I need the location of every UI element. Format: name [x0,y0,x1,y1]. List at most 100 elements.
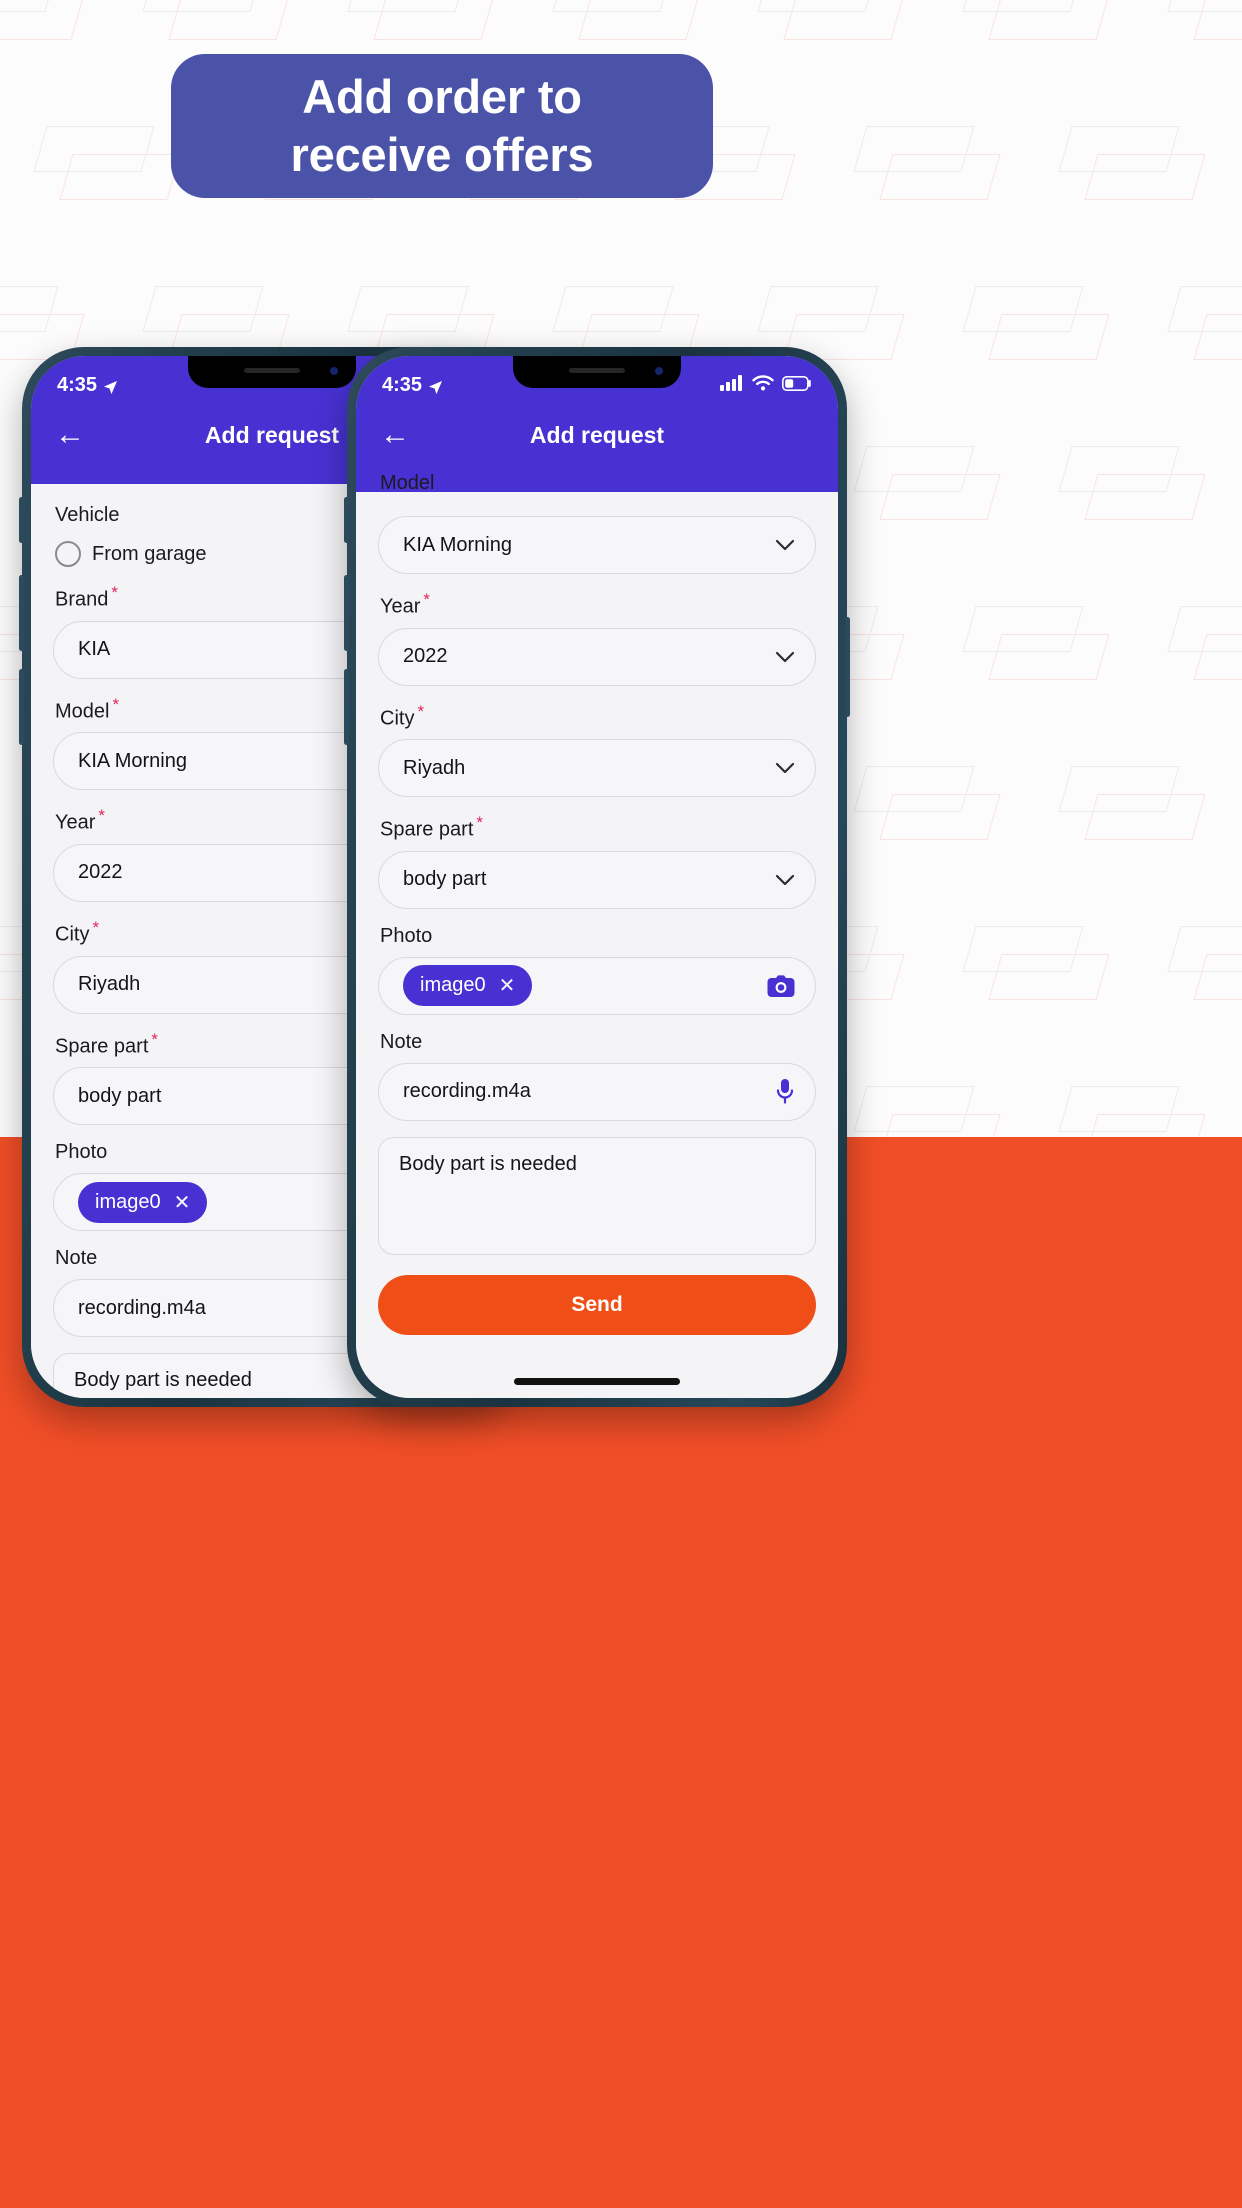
close-icon[interactable]: ✕ [174,1190,191,1215]
home-indicator [514,1378,680,1385]
brand-label-text: Brand [55,588,109,611]
photo-chip-label: image0 [95,1190,161,1213]
wifi-icon [752,374,774,397]
city-label: City * [380,702,816,731]
city-label-text: City [380,707,415,730]
photo-chip[interactable]: image0 ✕ [403,965,533,1007]
model-value: KIA Morning [403,533,512,556]
location-arrow-icon [428,378,443,394]
pattern-tile [853,120,1006,230]
scrolled-model-label: Model [380,472,435,494]
pattern-tile [757,0,910,70]
status-time: 4:35 [382,373,423,396]
photo-chip[interactable]: image0 ✕ [78,1181,208,1223]
note-label: Note [380,1030,423,1053]
year-value: 2022 [403,645,448,668]
pattern-shape [373,0,495,40]
pattern-shape [879,154,1001,200]
model-select[interactable]: KIA Morning [378,516,816,574]
status-time: 4:35 [57,373,98,396]
pattern-shape [988,314,1110,360]
pattern-tile [1058,120,1211,230]
description-textarea[interactable]: Body part is needed [378,1136,816,1255]
volume-down-button[interactable] [344,669,349,745]
mute-switch[interactable] [19,497,24,543]
pattern-shape [1084,1114,1206,1137]
pattern-tile [0,0,90,70]
promo-headline-line2: receive offers [290,128,594,181]
year-label-text: Year [55,811,96,834]
pattern-shape [988,0,1110,40]
city-value: Riyadh [403,756,466,779]
description-value: Body part is needed [74,1369,252,1392]
back-arrow-icon[interactable]: ← [55,420,85,450]
required-asterisk: * [111,583,118,602]
volume-up-button[interactable] [19,575,24,651]
form-sheet-right: KIA Morning Year * 2022 City * Riyadh Sp… [356,492,838,1398]
front-camera [330,367,338,375]
photo-label: Photo [380,924,433,947]
required-asterisk: * [423,590,431,609]
phone-mockup-right: 4:35 ← Add request Model KIA Morning Yea… [344,347,850,1407]
pattern-shape [1084,474,1206,520]
volume-down-button[interactable] [19,669,24,745]
photo-picker[interactable]: image0 ✕ [378,956,816,1015]
required-asterisk: * [92,917,100,937]
chevron-down-icon [775,874,795,886]
promo-screenshot: Add order to receive offers 4:35 ← Add r… [0,0,1242,2208]
chevron-down-icon [775,651,795,663]
back-arrow-icon[interactable]: ← [380,420,410,450]
pattern-shape [1084,794,1206,840]
app-screen-right: 4:35 ← Add request Model KIA Morning Yea… [356,356,838,1398]
nav-bar-right: ← Add request [356,404,838,466]
spare-part-select[interactable]: body part [378,850,816,909]
earpiece-speaker [244,368,300,373]
required-asterisk: * [476,813,484,833]
front-camera [655,367,663,375]
volume-up-button[interactable] [344,575,349,651]
pattern-tile [962,920,1115,1030]
pattern-tile [33,120,186,230]
pattern-tile [853,1080,1006,1137]
pattern-shape [59,154,181,200]
pattern-tile [853,440,1006,550]
pattern-tile [962,0,1115,70]
note-recording-value: recording.m4a [403,1080,531,1103]
pattern-tile [1167,0,1242,70]
promo-banner: Add order to receive offers [171,54,713,198]
pattern-shape [879,794,1001,840]
pattern-tile [962,280,1115,390]
chevron-down-icon [775,762,795,774]
pattern-shape [988,954,1110,1000]
battery-icon [782,374,812,397]
pattern-tile [962,600,1115,710]
camera-icon[interactable] [767,974,795,998]
app-topbar-right: 4:35 ← Add request Model [356,356,838,494]
pattern-shape [988,634,1110,680]
power-button[interactable] [845,617,850,717]
mute-switch[interactable] [344,497,349,543]
pattern-shape [879,474,1001,520]
description-value: Body part is needed [399,1152,577,1175]
note-recording-field[interactable]: recording.m4a [378,1062,816,1121]
pattern-tile [1167,920,1242,1030]
chevron-down-icon [775,539,795,551]
model-label-text: Model [55,700,110,723]
pattern-tile [853,760,1006,870]
earpiece-speaker [569,368,625,373]
city-select[interactable]: Riyadh [378,739,816,798]
pattern-shape [578,0,700,40]
year-select[interactable]: 2022 [378,627,816,686]
spare-part-label-text: Spare part [380,818,474,841]
required-asterisk: * [151,1029,159,1049]
close-icon[interactable]: ✕ [499,973,516,998]
pattern-tile [1167,600,1242,710]
send-button[interactable]: Send [378,1274,816,1335]
year-label-text: Year [380,595,421,618]
city-label-text: City [55,923,90,946]
pattern-tile [1058,760,1211,870]
radio-from-garage-label: From garage [92,542,207,565]
pattern-shape [783,0,905,40]
microphone-icon[interactable] [775,1078,795,1106]
pattern-shape [168,0,290,40]
